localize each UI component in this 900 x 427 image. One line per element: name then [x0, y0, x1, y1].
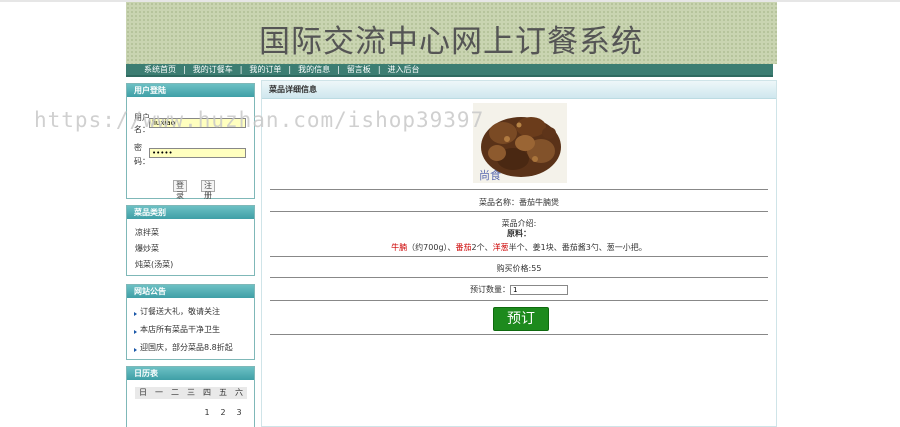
nav-separator: | [288, 65, 292, 74]
calendar-day[interactable]: 2 [215, 407, 231, 419]
password-label-1: 密 [134, 143, 142, 152]
ingredients-list: 牛腩（约700g）、番茄2个、洋葱半个、姜1块、番茄酱3勺、葱一小把。 [262, 242, 776, 253]
announcement-text: 本店所有菜品干净卫生 [140, 325, 220, 334]
nav-separator: | [183, 65, 186, 74]
calendar-heading: 日历表 [127, 367, 254, 380]
nav-item-home[interactable]: 系统首页 [144, 64, 176, 75]
bullet-arrow-icon [134, 347, 137, 352]
category-heading: 菜品类别 [127, 206, 254, 219]
nav-separator: | [239, 65, 243, 74]
quantity-label: 预订数量： [470, 285, 510, 294]
category-item-stirfry[interactable]: 爆炒菜 [135, 243, 159, 254]
nav-item-guestbook[interactable]: 留言板 [347, 64, 371, 75]
category-panel: 菜品类别 凉拌菜 爆炒菜 炖菜(汤菜) [126, 205, 255, 276]
page-container: 国际交流中心网上订餐系统 系统首页 | 我的订餐车 | 我的订单 | 我的信息 … [126, 2, 777, 427]
ingredient-onion: 洋葱 [492, 243, 509, 252]
bullet-arrow-icon [134, 311, 137, 316]
dish-price: 购买价格:55 [496, 264, 542, 273]
announcement-panel: 网站公告 订餐送大礼，敬请关注 本店所有菜品干净卫生 迎国庆，部分菜品8.8折起 [126, 284, 255, 360]
weekday-sun: 日 [135, 387, 151, 399]
announcement-item[interactable]: 订餐送大礼，敬请关注 [134, 306, 220, 317]
divider [270, 256, 768, 257]
quantity-input[interactable] [510, 284, 568, 295]
calendar-day [167, 407, 183, 419]
nav-item-profile[interactable]: 我的信息 [298, 64, 330, 75]
announcement-heading: 网站公告 [127, 285, 254, 298]
nav-separator: | [337, 65, 340, 74]
quantity-row: 预订数量： [262, 284, 776, 295]
weekday-fri: 五 [215, 387, 231, 399]
login-panel: 用户登陆 用户 名： 密 码： 登 录 注 册 [126, 83, 255, 200]
announcement-item[interactable]: 迎国庆，部分菜品8.8折起 [134, 342, 233, 353]
calendar-panel: 日历表 日 一 二 三 四 五 六 1 2 3 [126, 366, 255, 427]
ingredient-tomato: 番茄 [455, 243, 472, 252]
announcement-text: 迎国庆，部分菜品8.8折起 [140, 343, 233, 352]
main-nav: 系统首页 | 我的订餐车 | 我的订单 | 我的信息 | 留言板 | 进入后台 [126, 64, 773, 77]
site-title: 国际交流中心网上订餐系统 [259, 24, 643, 60]
order-button[interactable]: 预订 [493, 307, 549, 331]
register-button[interactable]: 注 册 [201, 180, 215, 200]
ingredients-label: 原料： [507, 229, 531, 238]
image-caption: 尚食 [479, 168, 501, 182]
nav-separator: | [377, 65, 381, 74]
calendar-day[interactable]: 1 [199, 407, 215, 419]
password-label-2: 码： [134, 157, 150, 166]
weekday-sat: 六 [231, 387, 247, 399]
weekday-mon: 一 [151, 387, 167, 399]
announcement-item[interactable]: 本店所有菜品干净卫生 [134, 324, 220, 335]
calendar-weekday-row: 日 一 二 三 四 五 六 [135, 387, 247, 399]
login-button[interactable]: 登 录 [173, 180, 187, 200]
site-banner: 国际交流中心网上订餐系统 [126, 2, 777, 64]
divider [270, 277, 768, 278]
divider [270, 211, 768, 212]
calendar-day[interactable]: 3 [231, 407, 247, 419]
login-heading: 用户登陆 [127, 84, 254, 97]
ingredient-tomato-qty: 2个、 [471, 243, 493, 252]
weekday-wed: 三 [183, 387, 199, 399]
calendar-day [151, 407, 167, 419]
divider [270, 189, 768, 190]
weekday-thu: 四 [199, 387, 215, 399]
weekday-tue: 二 [167, 387, 183, 399]
calendar-day [183, 407, 199, 419]
divider [270, 300, 768, 301]
announcement-text: 订餐送大礼，敬请关注 [140, 307, 220, 316]
ingredient-beef-qty: （约700g）、 [407, 243, 456, 252]
calendar-week-row: 1 2 3 [135, 407, 247, 419]
nav-item-orders[interactable]: 我的订单 [249, 64, 281, 75]
ingredient-beef: 牛腩 [391, 243, 408, 252]
dish-name: 菜品名称：番茄牛腩煲 [479, 198, 559, 207]
category-item-stew[interactable]: 炖菜(汤菜) [135, 259, 173, 270]
detail-heading: 菜品详细信息 [262, 81, 776, 99]
divider [270, 334, 768, 335]
dish-image: 尚食 [473, 103, 567, 183]
watermark-text: https://www.huzhan.com/ishop39397 [34, 108, 485, 132]
category-item-cold[interactable]: 凉拌菜 [135, 227, 159, 238]
dish-detail-panel: 菜品详细信息 尚食 菜品名称：番茄牛腩煲 菜品介绍: 原料： 牛腩（约700g）… [261, 80, 777, 427]
nav-item-cart[interactable]: 我的订餐车 [193, 64, 233, 75]
nav-item-admin[interactable]: 进入后台 [388, 64, 420, 75]
password-input[interactable] [149, 148, 246, 158]
calendar-day [135, 407, 151, 419]
dish-photo-icon: 尚食 [473, 103, 567, 183]
bullet-arrow-icon [134, 329, 137, 334]
ingredient-rest: 半个、姜1块、番茄酱3勺、葱一小把。 [508, 243, 647, 252]
